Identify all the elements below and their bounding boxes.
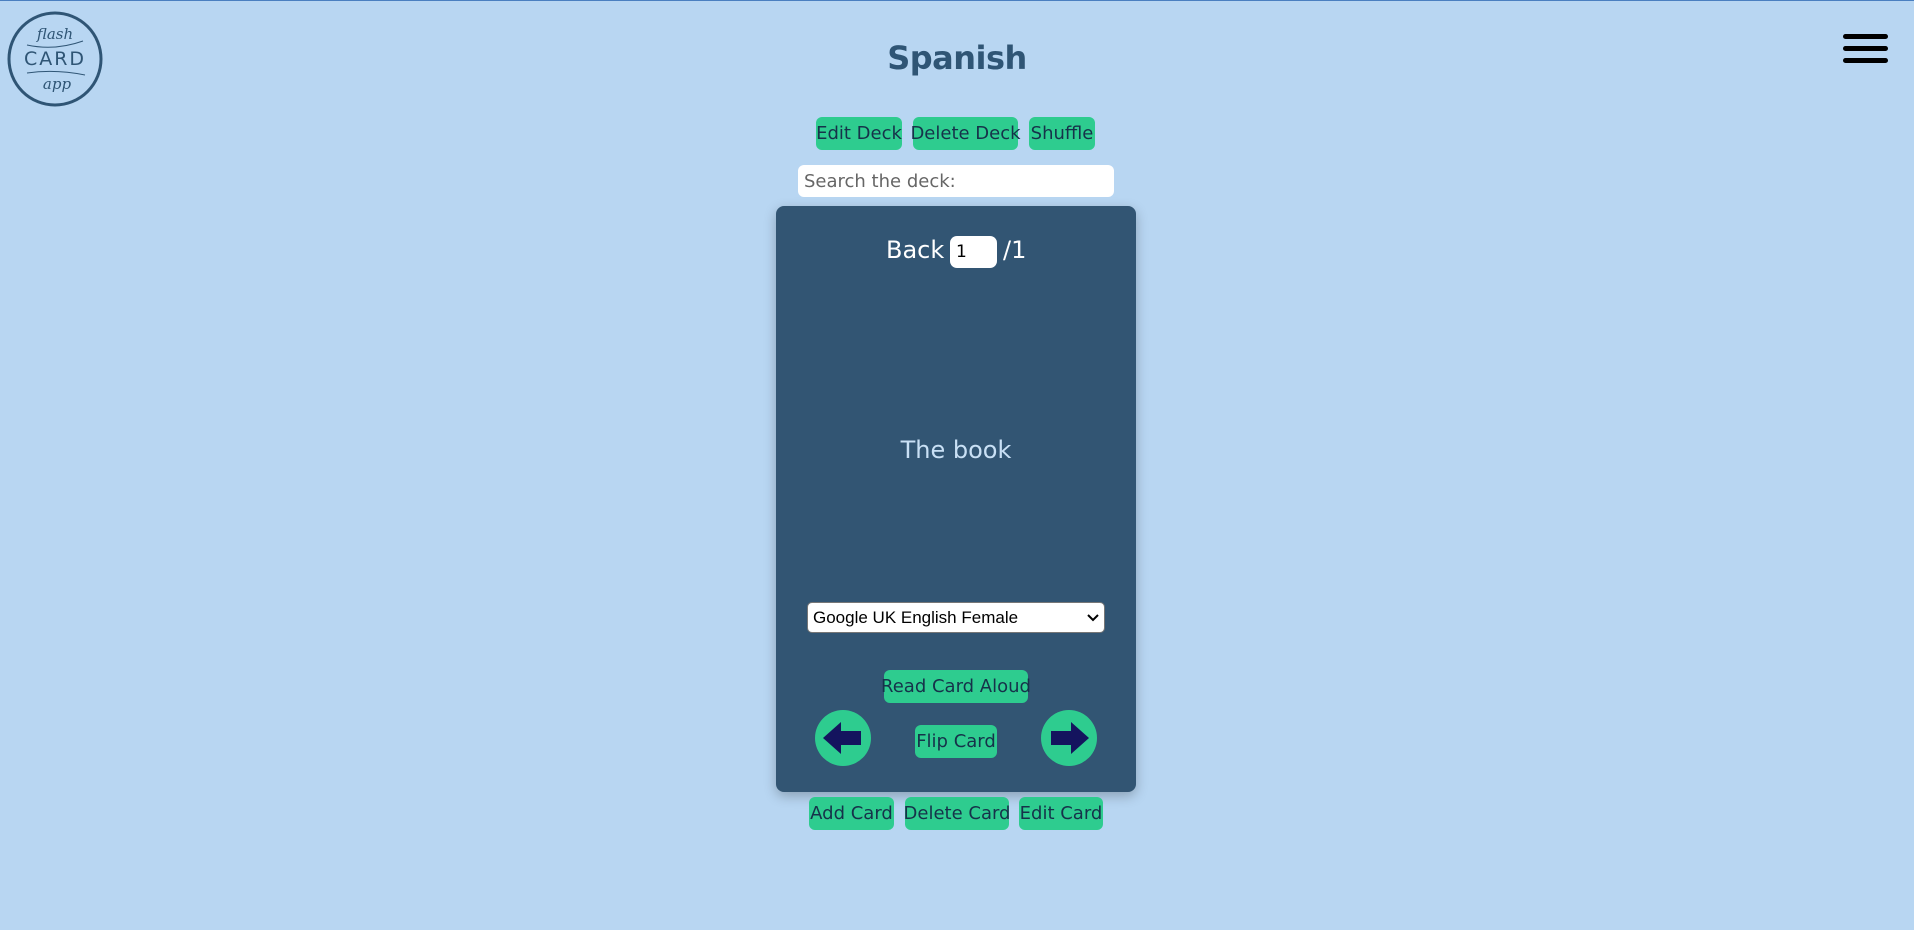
add-card-button[interactable]: Add Card bbox=[809, 797, 894, 830]
logo-text-app: app bbox=[43, 75, 72, 93]
delete-card-button[interactable]: Delete Card bbox=[904, 797, 1011, 830]
flashcard bbox=[776, 206, 1136, 792]
next-card-button[interactable] bbox=[1041, 710, 1097, 766]
card-number-input[interactable] bbox=[950, 236, 997, 268]
hamburger-menu-icon[interactable] bbox=[1843, 34, 1888, 70]
flip-card-button[interactable]: Flip Card bbox=[915, 725, 997, 758]
card-total-count: /1 bbox=[1003, 236, 1027, 264]
voice-select-value: Google UK English Female bbox=[813, 607, 1019, 627]
arrow-right-icon bbox=[1051, 722, 1089, 754]
read-card-aloud-button[interactable]: Read Card Aloud bbox=[881, 670, 1031, 703]
arrow-left-icon bbox=[823, 722, 861, 754]
previous-card-button[interactable] bbox=[815, 710, 871, 766]
chevron-down-icon bbox=[1087, 613, 1099, 621]
edit-deck-button[interactable]: Edit Deck bbox=[816, 117, 902, 150]
page-title: Spanish bbox=[887, 39, 1027, 77]
search-input[interactable] bbox=[798, 165, 1114, 197]
card-content-text: The book bbox=[900, 436, 1012, 464]
delete-deck-button[interactable]: Delete Deck bbox=[910, 117, 1021, 150]
voice-select[interactable]: Google UK English Female bbox=[807, 602, 1105, 633]
shuffle-button[interactable]: Shuffle bbox=[1029, 117, 1095, 150]
card-side-label: Back bbox=[886, 236, 945, 264]
edit-card-button[interactable]: Edit Card bbox=[1019, 797, 1103, 830]
